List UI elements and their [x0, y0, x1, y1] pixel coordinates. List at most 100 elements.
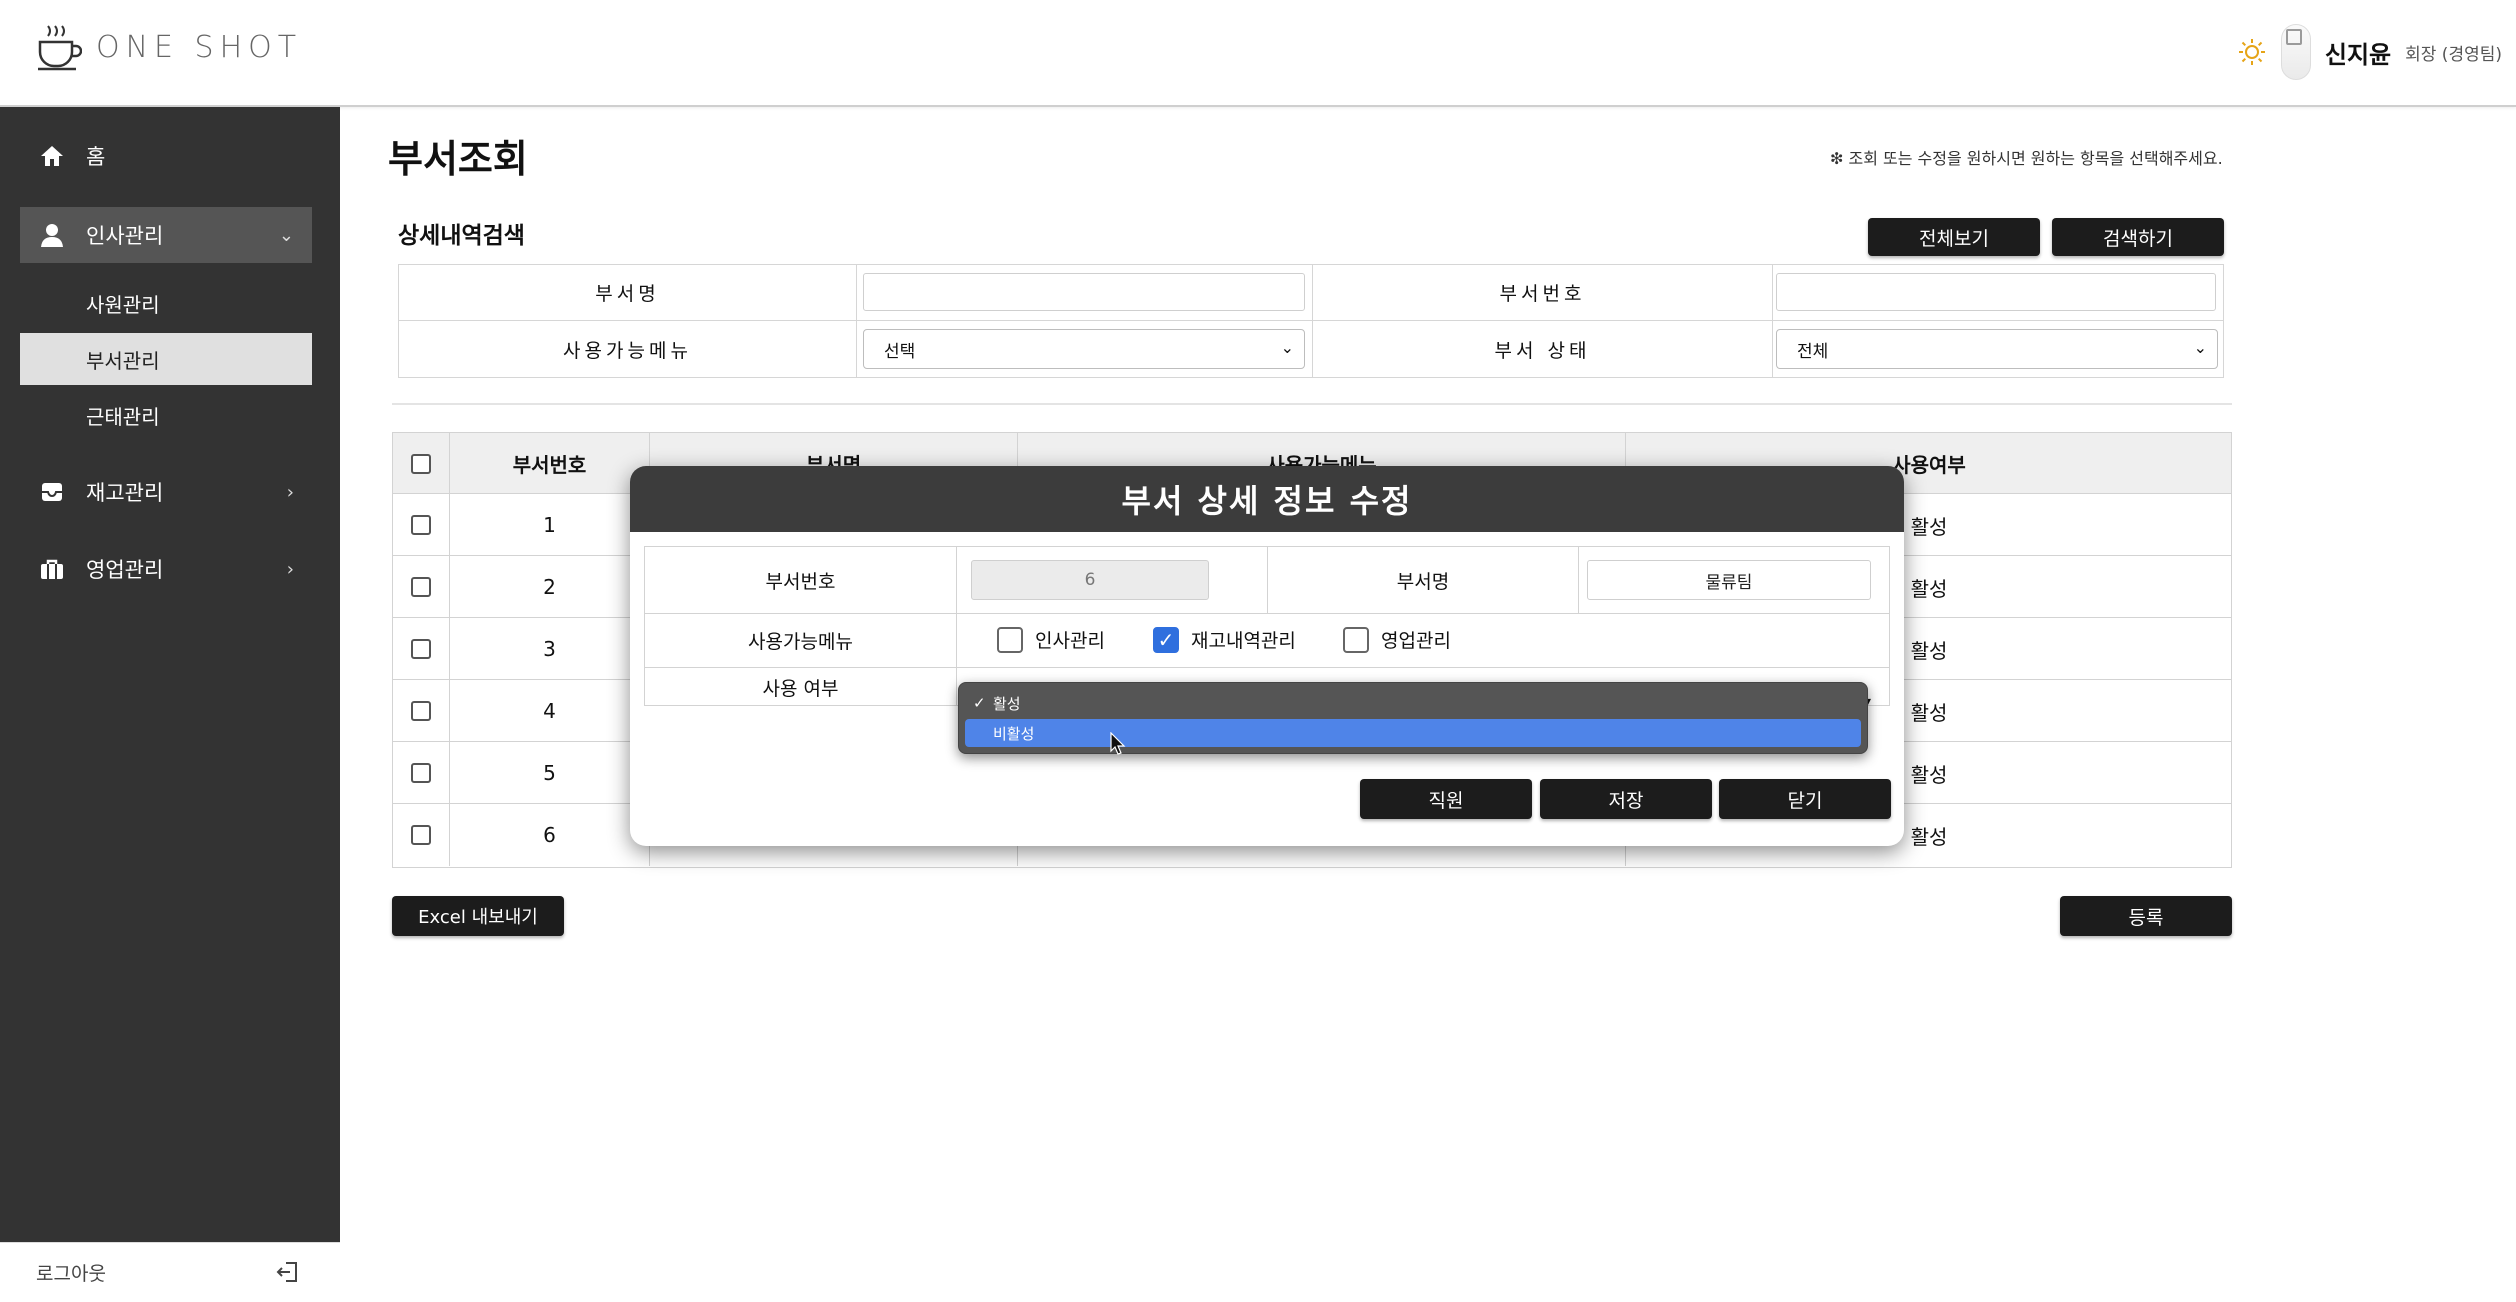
mouse-cursor-icon — [1110, 732, 1126, 755]
checkbox-checked[interactable]: ✓ — [1153, 626, 1179, 653]
cell-status: 전체 ⌄ — [1773, 321, 2223, 377]
sidebar-item-inventory[interactable]: 재고관리 › — [20, 464, 312, 520]
header-checkbox-cell — [393, 433, 450, 494]
sidebar-sub-label: 근태관리 — [86, 404, 160, 429]
staff-button[interactable]: 직원 — [1360, 779, 1532, 819]
row-checkbox-cell — [393, 804, 450, 866]
top-header: ONE SHOT 신지윤 회장 (경영팀) — [0, 0, 2516, 107]
checkbox-label: 영업관리 — [1381, 630, 1451, 652]
cell-dept-no: 5 — [450, 742, 650, 804]
option-active[interactable]: 활성 — [965, 689, 1861, 717]
modal-dept-no-input: 6 — [971, 560, 1209, 600]
menu-option-inventory[interactable]: ✓ 재고내역관리 — [1153, 626, 1296, 653]
row-checkbox-cell — [393, 494, 450, 556]
menu-select[interactable]: 선택 ⌄ — [863, 329, 1305, 369]
cell-dept-no — [1773, 265, 2223, 321]
modal-label-use: 사용 여부 — [645, 668, 957, 706]
option-inactive[interactable]: 비활성 — [965, 719, 1861, 747]
sidebar-item-hr[interactable]: 인사관리 ⌄ — [20, 207, 312, 263]
cell-menu: 선택 ⌄ — [857, 321, 1313, 377]
dept-name-input[interactable] — [863, 273, 1305, 311]
modal-label-no: 부서번호 — [645, 547, 957, 614]
divider — [392, 403, 2232, 405]
register-button[interactable]: 등록 — [2060, 896, 2232, 936]
sidebar-item-home[interactable]: 홈 — [20, 128, 312, 184]
save-button[interactable]: 저장 — [1540, 779, 1712, 819]
chevron-down-icon: ⌄ — [278, 224, 294, 246]
user-role: 회장 (경영팀) — [2405, 44, 2502, 65]
checkbox-label: 인사관리 — [1035, 630, 1105, 652]
header-dept-no: 부서번호 — [450, 433, 650, 494]
menu-select-value: 선택 — [884, 341, 916, 362]
label-dept-no: 부서번호 — [1313, 265, 1773, 321]
checkbox-label: 재고내역관리 — [1191, 630, 1296, 652]
logout-label: 로그아웃 — [36, 1263, 106, 1285]
excel-export-button[interactable]: Excel 내보내기 — [392, 896, 564, 936]
row-checkbox[interactable] — [411, 515, 431, 535]
modal-label-menu: 사용가능메뉴 — [645, 614, 957, 668]
menu-option-hr[interactable]: 인사관리 — [997, 626, 1105, 653]
sidebar-sub-attendance[interactable]: 근태관리 — [20, 389, 312, 441]
row-checkbox[interactable] — [411, 763, 431, 783]
use-status-dropdown[interactable]: 활성 비활성 — [958, 682, 1868, 754]
status-select-value: 전체 — [1797, 341, 1829, 362]
briefcase-icon — [38, 555, 66, 583]
label-dept-name: 부서명 — [399, 265, 857, 321]
label-status: 부서 상태 — [1313, 321, 1773, 377]
edit-department-modal: 부서 상세 정보 수정 부서번호 6 부서명 물류팀 사용가능메뉴 인사관리 ✓… — [630, 466, 1904, 846]
user-name: 신지윤 — [2324, 40, 2392, 69]
sun-icon[interactable] — [2237, 37, 2267, 67]
page-title: 부서조회 — [388, 137, 528, 181]
sidebar-sub-employee[interactable]: 사원관리 — [20, 277, 312, 329]
chevron-down-icon: ⌄ — [2193, 338, 2207, 357]
row-checkbox-cell — [393, 556, 450, 618]
sidebar-item-label: 홈 — [86, 145, 106, 169]
sidebar-menu: 홈 인사관리 ⌄ 사원관리 부서관리 근태관리 재고관리 › 영업관리 › 로그… — [0, 107, 340, 1302]
sidebar-sub-label: 부서관리 — [86, 348, 160, 373]
user-area: 신지윤 회장 (경영팀) — [2237, 24, 2502, 80]
cell-dept-no: 3 — [450, 618, 650, 680]
inbox-icon — [38, 478, 66, 506]
modal-cell-no: 6 — [957, 547, 1268, 614]
sidebar-item-sales[interactable]: 영업관리 › — [20, 541, 312, 597]
sidebar-sub-label: 사원관리 — [86, 292, 160, 317]
cell-dept-no: 4 — [450, 680, 650, 742]
status-select[interactable]: 전체 ⌄ — [1776, 329, 2218, 369]
label-menu: 사용가능메뉴 — [399, 321, 857, 377]
chevron-right-icon: › — [286, 558, 294, 580]
modal-cell-name: 물류팀 — [1579, 547, 1889, 614]
row-checkbox-cell — [393, 680, 450, 742]
menu-option-sales[interactable]: 영업관리 — [1343, 626, 1451, 653]
avatar[interactable] — [2280, 24, 2311, 80]
select-all-checkbox[interactable] — [411, 453, 431, 474]
logo-text: ONE SHOT — [96, 29, 303, 65]
logo[interactable]: ONE SHOT — [36, 22, 302, 72]
row-checkbox-cell — [393, 618, 450, 680]
search-section-title: 상세내역검색 — [398, 223, 525, 249]
close-button[interactable]: 닫기 — [1719, 779, 1891, 819]
sidebar-sub-department[interactable]: 부서관리 — [20, 333, 312, 385]
search-button[interactable]: 검색하기 — [2052, 218, 2224, 256]
dept-no-input[interactable] — [1776, 273, 2216, 311]
view-all-button[interactable]: 전체보기 — [1868, 218, 2040, 256]
modal-label-name: 부서명 — [1268, 547, 1579, 614]
modal-dept-name-input[interactable]: 물류팀 — [1587, 560, 1871, 600]
row-checkbox[interactable] — [411, 825, 431, 845]
cell-dept-no: 6 — [450, 804, 650, 866]
search-form: 부서명 부서번호 사용가능메뉴 선택 ⌄ 부서 상태 전체 ⌄ — [398, 264, 2224, 378]
coffee-cup-icon — [38, 25, 82, 71]
checkbox[interactable] — [1343, 626, 1369, 653]
user-icon — [38, 221, 66, 249]
row-checkbox-cell — [393, 742, 450, 804]
chevron-down-icon: ⌄ — [1280, 338, 1294, 357]
chevron-right-icon: › — [286, 481, 294, 503]
cell-dept-name — [857, 265, 1313, 321]
page-hint: ❇ 조회 또는 수정을 원하시면 원하는 항목을 선택해주세요. — [1830, 149, 2223, 168]
checkbox[interactable] — [997, 626, 1023, 653]
sidebar-item-label: 인사관리 — [86, 224, 164, 248]
row-checkbox[interactable] — [411, 701, 431, 721]
modal-cell-menu: 인사관리 ✓ 재고내역관리 영업관리 — [957, 614, 1889, 668]
row-checkbox[interactable] — [411, 577, 431, 597]
row-checkbox[interactable] — [411, 639, 431, 659]
logout-button[interactable]: 로그아웃 — [0, 1242, 340, 1302]
